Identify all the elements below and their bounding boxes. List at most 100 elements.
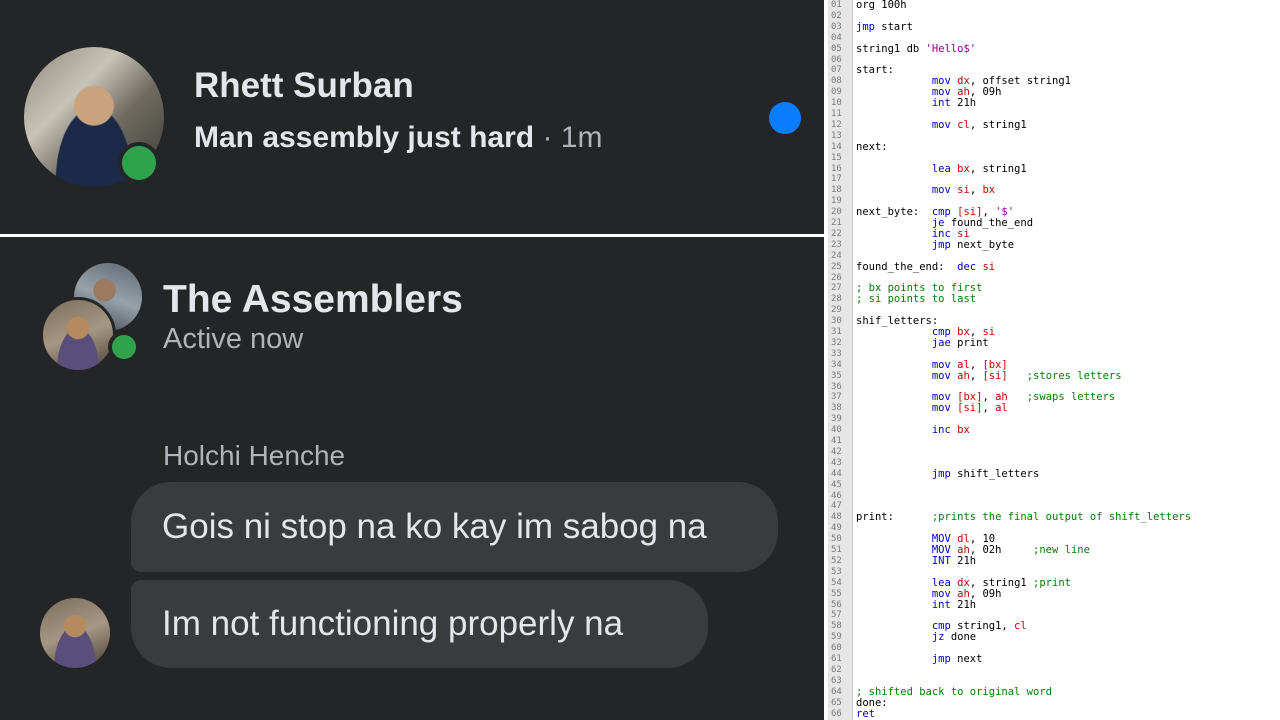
online-status-dot: [118, 142, 160, 184]
code-text: ret: [856, 707, 875, 720]
line-number: 16: [831, 163, 842, 174]
line-number: 33: [831, 348, 842, 359]
line-number: 02: [831, 10, 842, 21]
sender-name: Holchi Henche: [163, 440, 346, 471]
line-number: 26: [831, 272, 842, 283]
code-text: jmp start: [856, 20, 913, 33]
line-number: 64: [831, 686, 842, 697]
line-number: 51: [831, 545, 842, 555]
line-number: 20: [831, 207, 842, 218]
line-number: 30: [831, 316, 842, 327]
line-number: 55: [831, 588, 842, 599]
line-number: 04: [831, 32, 842, 43]
contact-name: Rhett Surban: [194, 66, 414, 105]
code-text: found_the_end: dec si: [856, 260, 996, 273]
line-number: 11: [831, 109, 842, 119]
code-text: mov ah, [si] ;stores letters: [931, 369, 1122, 382]
chat-window: The Assemblers Active now Holchi Henche …: [0, 237, 824, 720]
line-number: 47: [831, 501, 842, 512]
last-message-text: Man assembly just hard: [194, 121, 535, 154]
line-number: 37: [831, 392, 842, 403]
line-number: 48: [831, 512, 842, 523]
conversation-list-item[interactable]: Rhett Surban Man assembly just hard · 1m: [0, 0, 824, 234]
line-number: 07: [831, 65, 842, 76]
line-number: 03: [831, 21, 842, 32]
line-number: 14: [831, 141, 842, 152]
code-text: jz done: [931, 631, 977, 644]
active-status: Active now: [163, 323, 304, 355]
line-number: 65: [831, 697, 842, 708]
line-number: 19: [831, 196, 842, 207]
line-number: 29: [831, 305, 842, 316]
line-number: 34: [831, 359, 842, 370]
separator: ·: [534, 121, 561, 154]
line-number: 46: [831, 490, 842, 501]
line-number: 12: [831, 119, 842, 130]
line-number: 52: [831, 555, 842, 566]
line-number: 32: [831, 337, 842, 348]
line-number: 39: [831, 414, 842, 425]
line-number: 44: [831, 468, 842, 479]
line-number: 54: [831, 577, 842, 588]
message-time: 1m: [560, 121, 603, 154]
line-number: 42: [831, 446, 842, 457]
line-number: 27: [831, 283, 842, 294]
line-number: 01: [831, 0, 842, 10]
group-avatar-front[interactable]: [40, 297, 116, 373]
line-number: 57: [831, 610, 842, 621]
line-number: 17: [831, 174, 842, 185]
message-bubble[interactable]: Gois ni stop na ko kay im sabog na: [131, 482, 778, 572]
line-number: 58: [831, 621, 842, 632]
code-text: jae print: [931, 336, 989, 349]
code-text: org 100h: [856, 0, 907, 11]
line-number: 50: [831, 534, 842, 545]
line-number: 66: [831, 708, 842, 719]
code-text: int 21h: [931, 598, 977, 611]
code-text: string1 db 'Hello$': [856, 42, 977, 55]
line-number: 62: [831, 664, 842, 675]
line-number: 41: [831, 436, 842, 446]
line-number: 59: [831, 632, 842, 643]
code-text: int 21h: [931, 97, 977, 110]
line-number: 21: [831, 218, 842, 228]
code-text: mov cl, string1: [931, 118, 1027, 131]
line-number: 23: [831, 239, 842, 250]
sender-avatar[interactable]: [40, 598, 110, 668]
code-text: mov [si], al: [931, 402, 1008, 415]
line-number: 38: [831, 403, 842, 414]
group-online-dot: [108, 331, 140, 363]
chat-title[interactable]: The Assemblers: [163, 278, 463, 322]
line-number: 05: [831, 43, 842, 54]
code-text: lea bx, string1: [931, 162, 1027, 175]
last-message-preview: Man assembly just hard · 1m: [194, 121, 602, 155]
code-text: INT 21h: [931, 554, 977, 567]
line-number: 06: [831, 54, 842, 65]
line-number: 43: [831, 457, 842, 468]
line-number: 61: [831, 654, 842, 664]
line-number: 36: [831, 381, 842, 392]
line-number: 22: [831, 228, 842, 239]
code-editor[interactable]: 01 org 100h 02 03 jmp start 04 05 string1 db 'H…: [828, 0, 1280, 720]
code-text: next:: [856, 140, 888, 153]
line-number: 40: [831, 425, 842, 436]
line-number: 45: [831, 479, 842, 490]
line-number: 13: [831, 130, 842, 141]
line-number: 31: [831, 327, 842, 337]
message-bubble[interactable]: Im not functioning properly na: [131, 580, 708, 668]
unread-indicator: [769, 102, 801, 134]
line-number: 09: [831, 87, 842, 98]
line-number: 35: [831, 370, 842, 381]
code-text: jmp next: [931, 653, 983, 665]
message-text: Im not functioning properly na: [162, 604, 624, 643]
line-number: 08: [831, 76, 842, 87]
line-number: 60: [831, 643, 842, 654]
line-number: 25: [831, 261, 842, 272]
line-number: 18: [831, 185, 842, 196]
line-number: 15: [831, 152, 842, 163]
line-number: 10: [831, 98, 842, 109]
code-text: jmp next_byte: [931, 238, 1015, 251]
line-number: 53: [831, 566, 842, 577]
code-text: jmp shift_letters: [931, 467, 1040, 480]
line-number: 49: [831, 523, 842, 534]
line-number: 28: [831, 294, 842, 305]
